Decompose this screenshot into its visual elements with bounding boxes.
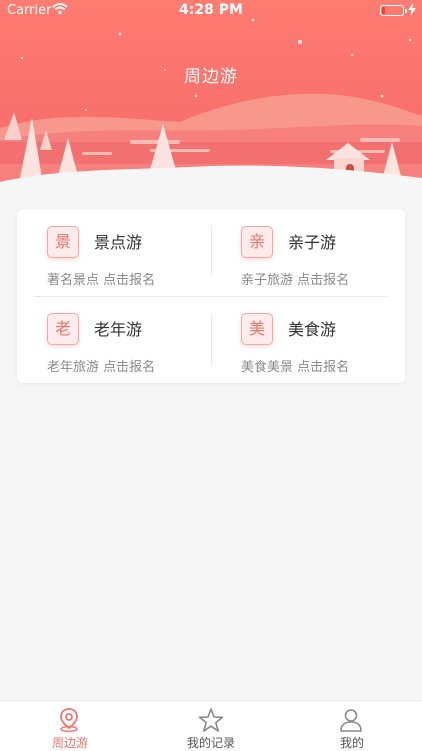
location-pin-icon	[60, 708, 78, 733]
tab-me[interactable]: 我的	[282, 701, 422, 751]
category-desc: 美食美景 点击报名	[241, 360, 350, 375]
category-desc: 老年旅游 点击报名	[47, 360, 156, 375]
category-badge: 老	[47, 313, 79, 345]
category-badge: 景	[47, 226, 79, 258]
user-icon	[340, 709, 362, 732]
winter-landscape-illustration	[0, 0, 422, 200]
tab-my-records[interactable]: 我的记录	[141, 701, 281, 751]
category-family[interactable]: 亲 亲子游 亲子旅游 点击报名	[211, 209, 405, 296]
charging-bolt-icon	[408, 3, 416, 16]
page-title: 周边游	[184, 67, 238, 87]
battery-icon	[380, 5, 407, 16]
status-bar: Carrier 4:28 PM	[0, 0, 422, 22]
category-grid-card: 景 景点游 著名景点 点击报名 亲 亲子游 亲子旅游 点击报名 老 老年游 老年…	[17, 209, 405, 383]
category-name: 亲子游	[288, 233, 337, 252]
divider	[211, 226, 212, 276]
header-banner	[0, 0, 422, 200]
category-name: 美食游	[288, 320, 337, 339]
category-name: 景点游	[94, 233, 143, 252]
category-desc: 亲子旅游 点击报名	[241, 273, 350, 288]
category-name: 老年游	[94, 320, 143, 339]
category-desc: 著名景点 点击报名	[47, 273, 156, 288]
category-sightseeing[interactable]: 景 景点游 著名景点 点击报名	[17, 209, 211, 296]
tab-label: 周边游	[51, 736, 88, 750]
category-badge: 亲	[241, 226, 273, 258]
tab-label: 我的记录	[186, 736, 235, 750]
clock: 4:28 PM	[179, 2, 243, 18]
category-badge: 美	[241, 313, 273, 345]
divider	[211, 315, 212, 365]
tab-nearby[interactable]: 周边游	[0, 701, 140, 751]
tab-label: 我的	[339, 736, 364, 750]
star-icon	[198, 708, 224, 732]
category-food[interactable]: 美 美食游 美食美景 点击报名	[211, 296, 405, 383]
divider	[34, 296, 388, 297]
tab-bar: 周边游 我的记录 我的	[0, 700, 422, 751]
category-seniors[interactable]: 老 老年游 老年旅游 点击报名	[17, 296, 211, 383]
